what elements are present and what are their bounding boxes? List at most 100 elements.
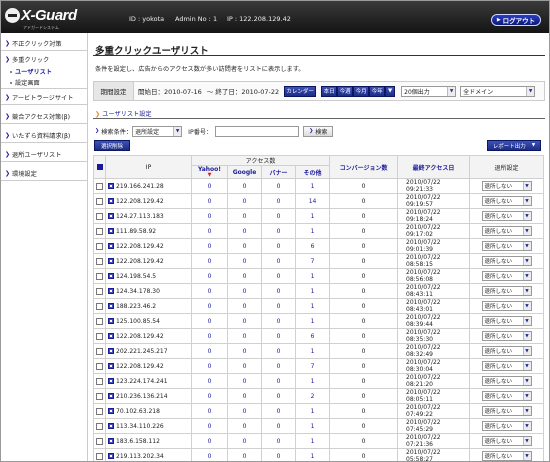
conversion-header[interactable]: コンバージョン数 [329, 155, 399, 179]
row-checkbox[interactable] [96, 392, 103, 400]
row-checkbox[interactable] [96, 362, 103, 370]
ip-detail-icon[interactable] [108, 348, 114, 354]
logo[interactable]: X-Guard [5, 5, 77, 25]
report-output-button[interactable]: レポート出力 ▼ [487, 140, 541, 151]
ip-value: 219.113.202.34 [116, 452, 164, 460]
ip-detail-icon[interactable] [108, 258, 114, 264]
row-checkbox[interactable] [96, 317, 103, 325]
ip-detail-icon[interactable] [108, 333, 114, 339]
ip-detail-icon[interactable] [108, 198, 114, 204]
ip-detail-icon[interactable] [108, 243, 114, 249]
domain-select[interactable]: 全ドメイン ▼ [460, 85, 536, 97]
today-button[interactable]: 本日 [321, 85, 338, 97]
row-checkbox[interactable] [96, 332, 103, 340]
exit-setting-select[interactable]: 退所しない ▼ [481, 331, 532, 341]
table-row: 70.102.63.218 0 0 0 1 0 2010/07/22 07:49:22 退所し… [93, 403, 545, 419]
this-month-button[interactable]: 今月 [353, 85, 370, 97]
ip-detail-icon[interactable] [108, 213, 114, 219]
this-year-button[interactable]: 今年 [369, 85, 386, 97]
exit-setting-select[interactable]: 退所しない ▼ [481, 436, 532, 446]
sidebar-item-arbitrage[interactable]: ❯ アービトラージサイト [1, 91, 88, 105]
ip-detail-icon[interactable] [108, 408, 114, 414]
row-checkbox[interactable] [96, 407, 103, 415]
exit-setting-select[interactable]: 退所しない ▼ [481, 286, 532, 296]
ip-detail-icon[interactable] [108, 393, 114, 399]
page-description: 条件を設定し、広告からのアクセス数が多い訪問者をリストに表示します。 [95, 66, 305, 73]
row-checkbox[interactable] [96, 182, 103, 190]
exit-setting-select[interactable]: 退所しない ▼ [481, 196, 532, 206]
row-checkbox[interactable] [96, 197, 103, 205]
ip-detail-icon[interactable] [108, 453, 114, 459]
exit-setting-select[interactable]: 退所しない ▼ [481, 406, 532, 416]
other-header[interactable]: その他 [294, 165, 331, 179]
row-checkbox[interactable] [96, 257, 103, 265]
banner-header[interactable]: バナー [261, 165, 296, 179]
ip-detail-icon[interactable] [108, 303, 114, 309]
exit-setting-select[interactable]: 退所しない ▼ [481, 226, 532, 236]
last-access-time: 2010/07/22 08:56:08 [397, 268, 471, 284]
ip-detail-icon[interactable] [108, 183, 114, 189]
row-checkbox[interactable] [96, 437, 103, 445]
row-checkbox[interactable] [96, 377, 103, 385]
caret-down-icon: ▼ [447, 86, 456, 96]
search-condition-select[interactable]: 退所設定 ▼ [132, 125, 183, 137]
ip-detail-icon[interactable] [108, 438, 114, 444]
sidebar-item-fraud-click[interactable]: ❯ 不正クリック対策 [1, 37, 88, 51]
delete-selected-button[interactable]: 選択削除 [94, 140, 130, 151]
row-checkbox[interactable] [96, 302, 103, 310]
sidebar-subitem-user-list[interactable]: ユーザリスト [1, 66, 88, 77]
caret-down-icon: ▼ [522, 377, 531, 385]
exit-setting-select[interactable]: 退所しない ▼ [481, 211, 532, 221]
last-access-time: 2010/07/22 08:35:30 [397, 328, 471, 344]
row-checkbox[interactable] [96, 287, 103, 295]
sidebar-item-exit-users[interactable]: ❯ 退所ユーザリスト [1, 148, 88, 162]
row-checkbox[interactable] [96, 242, 103, 250]
google-header[interactable]: Google [227, 165, 262, 179]
row-checkbox[interactable] [96, 422, 103, 430]
row-checkbox[interactable] [96, 227, 103, 235]
conversion-count: 0 [329, 313, 399, 329]
row-checkbox[interactable] [96, 212, 103, 220]
exit-setting-select[interactable]: 退所しない ▼ [481, 391, 532, 401]
ip-detail-icon[interactable] [108, 228, 114, 234]
sidebar-item-multi-click[interactable]: ❯ 多重クリック ユーザリスト 設定画面 [1, 53, 88, 89]
banner-count: 0 [261, 358, 296, 374]
sidebar-item-competitor[interactable]: ❯ 競合アクセス対策(β) [1, 110, 88, 124]
ip-detail-icon[interactable] [108, 273, 114, 279]
calendar-button[interactable]: カレンダー [284, 85, 317, 97]
exit-setting-select[interactable]: 退所しない ▼ [481, 181, 532, 191]
ip-detail-icon[interactable] [108, 318, 114, 324]
select-all-checkbox[interactable] [96, 164, 103, 170]
yahoo-count: 0 [191, 418, 228, 434]
exit-setting-select[interactable]: 退所しない ▼ [481, 361, 532, 371]
exit-setting-select[interactable]: 退所しない ▼ [481, 376, 532, 386]
row-checkbox[interactable] [96, 452, 103, 460]
exit-setting-select[interactable]: 退所しない ▼ [481, 241, 532, 251]
sidebar-item-prank-request[interactable]: ❯ いたずら資料請求(β) [1, 129, 88, 143]
row-checkbox[interactable] [96, 347, 103, 355]
last-access-header[interactable]: 最終アクセス日 [397, 155, 471, 179]
ip-detail-icon[interactable] [108, 423, 114, 429]
sidebar-subitem-settings[interactable]: 設定画面 [1, 77, 88, 88]
exit-setting-select[interactable]: 退所しない ▼ [481, 301, 532, 311]
exit-setting-select[interactable]: 退所しない ▼ [481, 421, 532, 431]
sidebar-item-environment[interactable]: ❯ 環境設定 [1, 167, 88, 181]
ip-detail-icon[interactable] [108, 288, 114, 294]
ip-search-input[interactable] [215, 125, 300, 137]
exit-setting-select[interactable]: 退所しない ▼ [481, 256, 532, 266]
logout-button[interactable]: ▶ ログアウト [491, 14, 541, 26]
this-week-button[interactable]: 今週 [337, 85, 354, 97]
ip-detail-icon[interactable] [108, 378, 114, 384]
search-button[interactable]: ❯ 検索 [303, 125, 334, 137]
exit-setting-select[interactable]: 退所しない ▼ [481, 271, 532, 281]
exit-setting-select[interactable]: 退所しない ▼ [481, 316, 532, 326]
yahoo-header[interactable]: Yahoo! ▼ [191, 165, 228, 179]
output-count-select[interactable]: 20個出力 ▼ [401, 85, 457, 97]
quick-range-dropdown[interactable]: ▼ [385, 85, 396, 97]
user-list-settings-link[interactable]: ❯ ユーザリスト設定 [95, 109, 152, 118]
row-checkbox[interactable] [96, 272, 103, 280]
exit-setting-select[interactable]: 退所しない ▼ [481, 451, 532, 461]
exit-setting-select[interactable]: 退所しない ▼ [481, 346, 532, 356]
conversion-count: 0 [329, 418, 399, 434]
ip-detail-icon[interactable] [108, 363, 114, 369]
